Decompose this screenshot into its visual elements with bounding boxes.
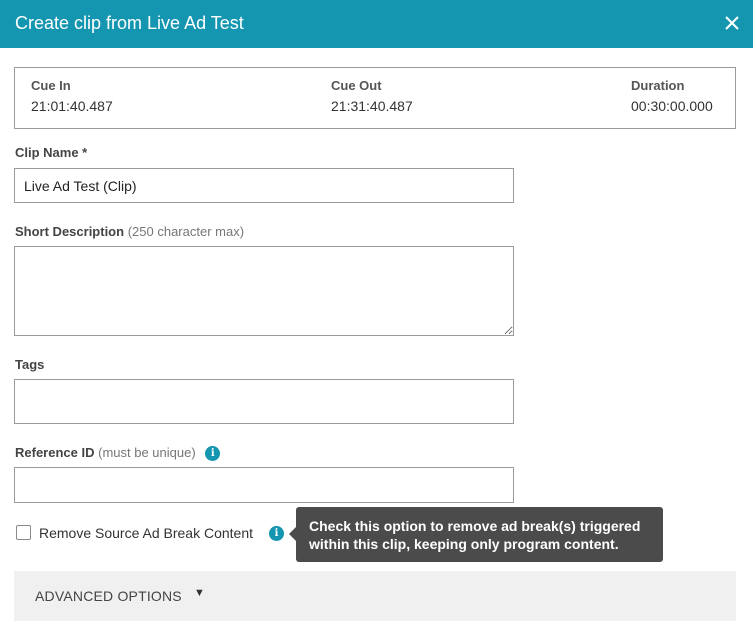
duration-label: Duration bbox=[631, 78, 685, 93]
cue-out-label: Cue Out bbox=[331, 78, 382, 93]
duration-value: 00:30:00.000 bbox=[631, 98, 713, 114]
cue-in-value: 21:01:40.487 bbox=[31, 98, 113, 114]
cue-in-label: Cue In bbox=[31, 78, 71, 93]
close-icon[interactable] bbox=[723, 14, 741, 32]
clip-name-label: Clip Name * bbox=[15, 145, 88, 160]
dialog-title: Create clip from Live Ad Test bbox=[15, 13, 244, 33]
tags-label: Tags bbox=[15, 357, 45, 372]
remove-ad-break-checkbox[interactable] bbox=[16, 525, 31, 540]
remove-ad-break-tooltip: Check this option to remove ad break(s) … bbox=[289, 507, 663, 562]
short-description-label: Short Description (250 character max) bbox=[15, 224, 244, 240]
cue-in: Cue In 21:01:40.487 bbox=[31, 78, 113, 116]
reference-id-info-icon[interactable]: i bbox=[205, 446, 221, 462]
short-description-label-text: Short Description bbox=[15, 224, 125, 239]
reference-id-label-text: Reference ID bbox=[15, 445, 95, 460]
cue-summary: Cue In 21:01:40.487 Cue Out 21:31:40.487… bbox=[14, 67, 736, 129]
tags-input[interactable] bbox=[14, 379, 514, 424]
remove-ad-break-label[interactable]: Remove Source Ad Break Content bbox=[39, 524, 253, 542]
reference-id-label: Reference ID (must be unique) i bbox=[15, 445, 221, 462]
caret-down-icon: ▼ bbox=[194, 587, 205, 599]
duration: Duration 00:30:00.000 bbox=[631, 78, 713, 116]
advanced-options-toggle[interactable]: ADVANCED OPTIONS ▼ bbox=[14, 571, 736, 621]
cue-out: Cue Out 21:31:40.487 bbox=[331, 78, 413, 116]
remove-ad-break-info-icon[interactable]: i bbox=[269, 526, 284, 541]
cue-out-value: 21:31:40.487 bbox=[331, 98, 413, 114]
reference-id-hint: (must be unique) bbox=[98, 445, 196, 460]
short-description-hint: (250 character max) bbox=[127, 224, 245, 239]
reference-id-input[interactable] bbox=[14, 467, 514, 503]
advanced-options-label: ADVANCED OPTIONS bbox=[35, 588, 182, 604]
dialog-header: Create clip from Live Ad Test bbox=[0, 0, 753, 48]
short-description-textarea[interactable] bbox=[14, 246, 514, 336]
clip-name-input[interactable] bbox=[14, 168, 514, 203]
